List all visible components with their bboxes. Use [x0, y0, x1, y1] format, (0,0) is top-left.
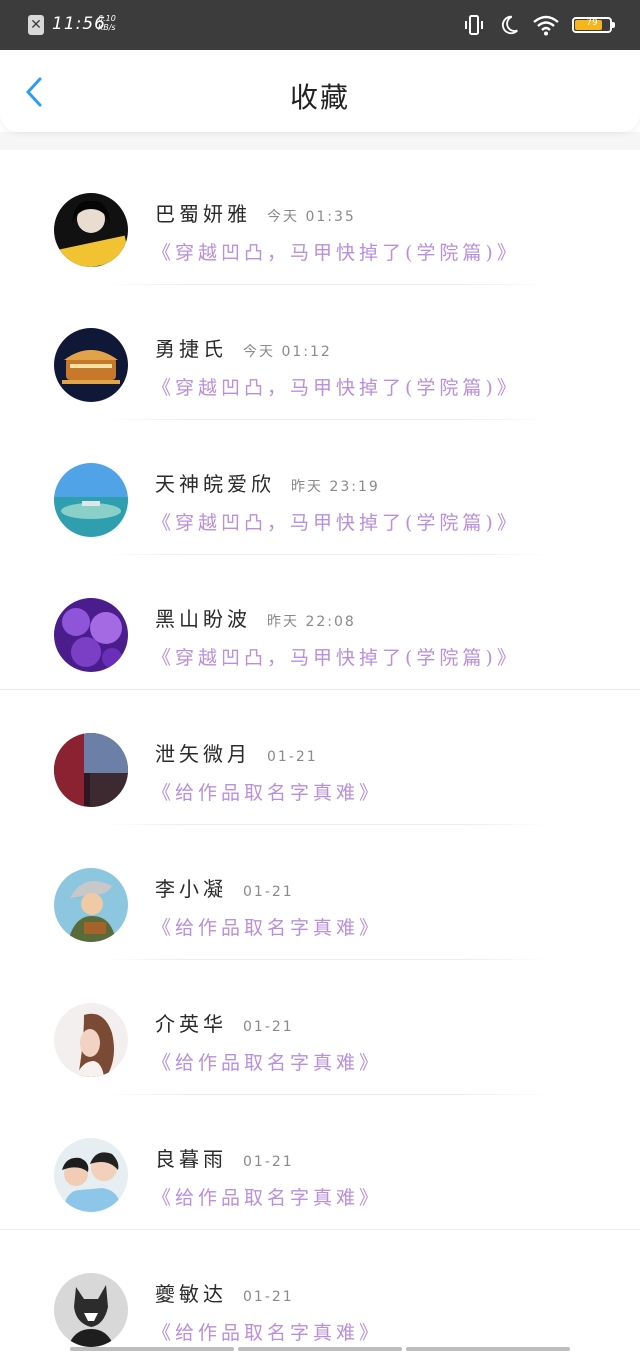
close-icon[interactable]: ✕ — [28, 15, 44, 35]
user-name: 良暮雨 01-21 — [155, 1143, 294, 1172]
favorites-list: 巴蜀妍雅 今天 01:35 《穿越凹凸，马甲快掉了(学院篇)》 勇捷氏 今天 01:… — [0, 150, 640, 1365]
avatar — [54, 1138, 128, 1212]
status-icons: 79 — [462, 12, 615, 38]
user-name-text: 介英华 — [155, 1012, 227, 1036]
list-item[interactable]: 介英华 01-21 《给作品取名字真难》 — [0, 960, 640, 1095]
work-title[interactable]: 《穿越凹凸，马甲快掉了(学院篇)》 — [152, 238, 520, 265]
user-name-text: 良暮雨 — [155, 1147, 227, 1171]
scroll-indicator-segment — [238, 1347, 402, 1351]
work-title[interactable]: 《穿越凹凸，马甲快掉了(学院篇)》 — [152, 643, 520, 670]
timestamp: 今天 01:35 — [267, 209, 356, 225]
avatar — [54, 193, 128, 267]
user-name: 李小凝 01-21 — [155, 873, 294, 902]
list-item[interactable]: 夔敏达 01-21 《给作品取名字真难》 — [0, 1230, 640, 1365]
avatar — [54, 868, 128, 942]
avatar — [54, 1273, 128, 1347]
scroll-indicator — [70, 1347, 570, 1351]
list-item[interactable]: 天神皖爱欣 昨天 23:19 《穿越凹凸，马甲快掉了(学院篇)》 — [0, 420, 640, 555]
timestamp: 01-21 — [243, 1154, 294, 1170]
header-gap — [0, 132, 640, 150]
work-title[interactable]: 《给作品取名字真难》 — [152, 1318, 382, 1345]
status-bar: ✕ 11:56 6.10 KB/s 79 — [0, 0, 640, 50]
avatar — [54, 1003, 128, 1077]
user-name-text: 李小凝 — [155, 877, 227, 901]
user-name-text: 夔敏达 — [155, 1282, 227, 1306]
user-name-text: 泄矢微月 — [155, 742, 251, 766]
user-name: 勇捷氏 今天 01:12 — [155, 333, 332, 362]
network-speed-unit: KB/s — [98, 23, 116, 32]
user-name: 巴蜀妍雅 今天 01:35 — [155, 198, 356, 227]
avatar — [54, 733, 128, 807]
user-name: 介英华 01-21 — [155, 1008, 294, 1037]
list-item[interactable]: 黑山盼波 昨天 22:08 《穿越凹凸，马甲快掉了(学院篇)》 — [0, 555, 640, 690]
timestamp: 今天 01:12 — [243, 344, 332, 360]
battery-level: 79 — [586, 18, 598, 28]
work-title[interactable]: 《给作品取名字真难》 — [152, 778, 382, 805]
user-name-text: 勇捷氏 — [155, 337, 227, 361]
page-title: 收藏 — [289, 81, 350, 114]
work-title[interactable]: 《穿越凹凸，马甲快掉了(学院篇)》 — [152, 373, 520, 400]
user-name: 夔敏达 01-21 — [155, 1278, 294, 1307]
list-item[interactable]: 巴蜀妍雅 今天 01:35 《穿越凹凸，马甲快掉了(学院篇)》 — [0, 150, 640, 285]
network-speed-value: 6.10 — [98, 14, 116, 23]
work-title[interactable]: 《给作品取名字真难》 — [152, 913, 382, 940]
avatar — [54, 463, 128, 537]
work-title[interactable]: 《给作品取名字真难》 — [152, 1048, 382, 1075]
vibrate-icon — [465, 15, 483, 35]
list-item[interactable]: 泄矢微月 01-21 《给作品取名字真难》 — [0, 690, 640, 825]
user-name-text: 天神皖爱欣 — [155, 472, 275, 496]
work-title[interactable]: 《穿越凹凸，马甲快掉了(学院篇)》 — [152, 508, 520, 535]
timestamp: 01-21 — [243, 1019, 294, 1035]
header: 收藏 — [0, 50, 640, 132]
list-item[interactable]: 李小凝 01-21 《给作品取名字真难》 — [0, 825, 640, 960]
scroll-indicator-segment — [406, 1347, 570, 1351]
avatar — [54, 598, 128, 672]
user-name: 黑山盼波 昨天 22:08 — [155, 603, 356, 632]
moon-icon — [501, 15, 518, 35]
list-item[interactable]: 勇捷氏 今天 01:12 《穿越凹凸，马甲快掉了(学院篇)》 — [0, 285, 640, 420]
network-speed: 6.10 KB/s — [98, 14, 116, 32]
user-name-text: 巴蜀妍雅 — [155, 202, 251, 226]
battery-icon: 79 — [572, 17, 615, 33]
timestamp: 昨天 23:19 — [291, 479, 380, 495]
timestamp: 01-21 — [243, 1289, 294, 1305]
timestamp: 01-21 — [243, 884, 294, 900]
user-name: 天神皖爱欣 昨天 23:19 — [155, 468, 380, 497]
timestamp: 01-21 — [267, 749, 318, 765]
scroll-indicator-segment — [70, 1347, 234, 1351]
user-name: 泄矢微月 01-21 — [155, 738, 318, 767]
work-title[interactable]: 《给作品取名字真难》 — [152, 1183, 382, 1210]
avatar — [54, 328, 128, 402]
timestamp: 昨天 22:08 — [267, 614, 356, 630]
list-item[interactable]: 良暮雨 01-21 《给作品取名字真难》 — [0, 1095, 640, 1230]
wifi-icon — [533, 15, 559, 36]
user-name-text: 黑山盼波 — [155, 607, 251, 631]
